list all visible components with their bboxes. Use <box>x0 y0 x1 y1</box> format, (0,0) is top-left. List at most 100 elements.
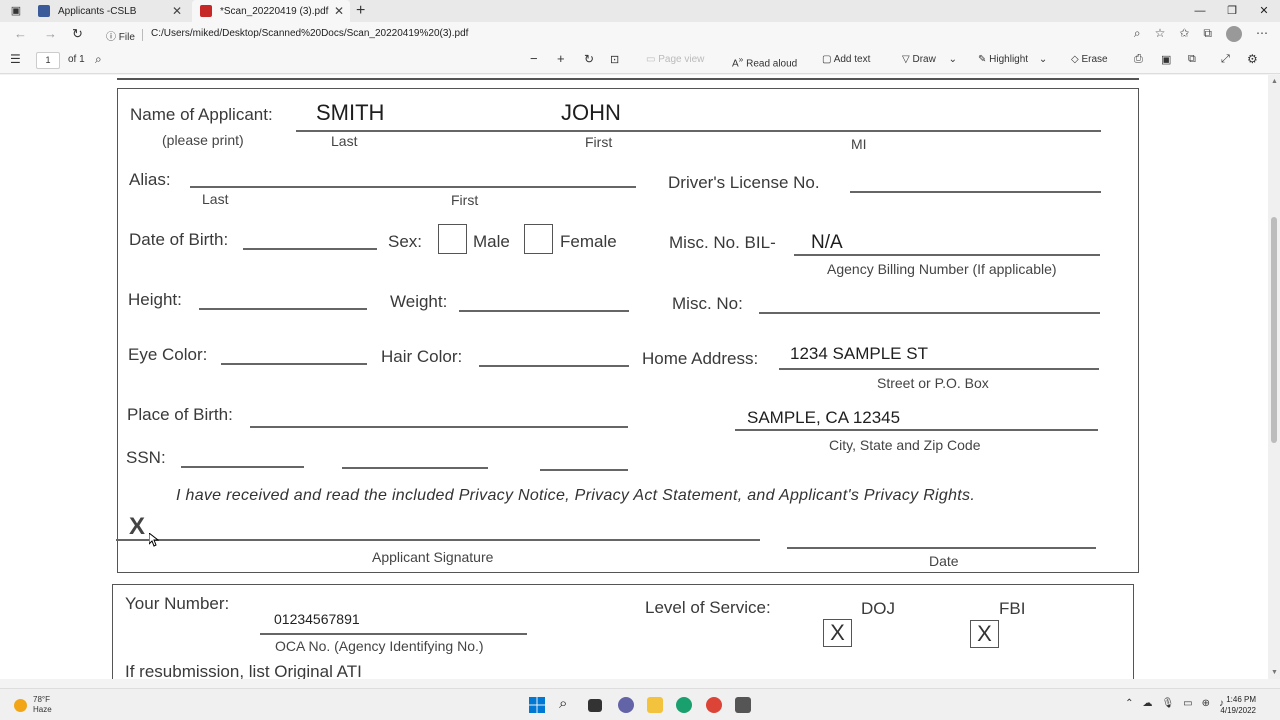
scroll-up-icon[interactable]: ▲ <box>1271 78 1278 85</box>
date-sublabel: Date <box>929 553 959 569</box>
tab-label: Applicants -CSLB <box>58 5 137 17</box>
print-icon[interactable]: ⎙ <box>1134 53 1143 66</box>
minimize-icon[interactable]: — <box>1184 0 1216 22</box>
search-icon[interactable]: ⌕ <box>95 52 102 67</box>
last-name-value[interactable]: SMITH <box>316 100 384 126</box>
chrome-icon[interactable] <box>706 697 722 713</box>
zoom-in-icon[interactable]: + <box>557 51 565 66</box>
rotate-icon[interactable]: ↻ <box>584 52 594 66</box>
fit-page-icon[interactable]: ⊡ <box>610 53 619 66</box>
first-sublabel: First <box>585 134 613 150</box>
your-number-value[interactable]: 01234567891 <box>274 611 360 627</box>
street-value[interactable]: 1234 SAMPLE ST <box>790 344 928 364</box>
fbi-checkbox[interactable]: X <box>970 620 999 648</box>
pdf-toolbar: ☰ 1 of 1 ⌕ − + ↻ ⊡ ▭ Page view A» Read a… <box>0 48 1280 74</box>
close-window-icon[interactable]: ✕ <box>1248 0 1280 22</box>
fullscreen-icon[interactable]: ⤢ <box>1221 53 1230 66</box>
highlight-button[interactable]: ✎ Highlight ⌄ <box>978 54 1047 65</box>
vertical-scrollbar[interactable]: ▲ ▼ <box>1268 75 1280 679</box>
zoom-icon[interactable]: ⌕ <box>1134 26 1141 42</box>
tab-actions-icon[interactable]: ▣ <box>8 4 24 18</box>
misc-bil-value[interactable]: N/A <box>811 232 843 254</box>
close-icon[interactable]: ✕ <box>172 4 182 18</box>
your-number-label: Your Number: <box>125 594 230 613</box>
last-sublabel: Last <box>331 133 358 149</box>
erase-button[interactable]: ◇ Erase <box>1071 54 1108 65</box>
save-as-icon[interactable]: ⧉ <box>1188 53 1196 66</box>
hair-color-line <box>479 365 629 367</box>
collections-icon[interactable]: ⧉ <box>1203 26 1212 42</box>
settings-icon[interactable]: ⚙ <box>1247 52 1258 66</box>
clock[interactable]: 1:46 PM 4/19/2022 <box>1220 694 1256 716</box>
file-info-button[interactable]: ⓘ File <box>106 28 135 43</box>
tab-label: *Scan_20220419 (3).pdf <box>220 5 329 17</box>
save-icon[interactable]: ▣ <box>1161 53 1171 66</box>
female-checkbox[interactable] <box>524 224 553 254</box>
chat-icon[interactable] <box>618 697 634 713</box>
misc-bil-line <box>794 254 1100 256</box>
microphone-icon[interactable]: 🎙 <box>1161 698 1174 709</box>
page-number-input[interactable]: 1 <box>36 52 60 69</box>
weather-widget[interactable]: 78°F Haze <box>14 695 52 715</box>
chevron-up-icon[interactable]: ⌃ <box>1125 698 1133 709</box>
dob-label: Date of Birth: <box>129 230 229 249</box>
taskbar-search-icon[interactable]: ⌕ <box>559 696 575 713</box>
contents-icon[interactable]: ☰ <box>10 52 21 66</box>
draw-button[interactable]: ▽ Draw ⌄ <box>902 54 957 65</box>
task-view-icon[interactable] <box>588 699 602 712</box>
resubmission-label: If resubmission, list Original ATI <box>125 662 362 679</box>
eye-color-line <box>221 363 367 365</box>
network-icon[interactable]: ⊕ <box>1202 698 1210 709</box>
chevron-down-icon[interactable]: ⌄ <box>949 54 957 65</box>
favorites-icon[interactable]: ✩ <box>1179 26 1189 42</box>
erase-label: Erase <box>1081 54 1108 65</box>
signature-line[interactable] <box>116 539 760 541</box>
city-value[interactable]: SAMPLE, CA 12345 <box>747 408 900 428</box>
male-checkbox[interactable] <box>438 224 467 254</box>
read-aloud-button[interactable]: A» Read aloud <box>732 54 797 69</box>
onedrive-icon[interactable]: ☁ <box>1142 698 1152 709</box>
page-view-label: Page view <box>658 54 705 65</box>
zoom-out-icon[interactable]: − <box>530 51 538 66</box>
time: 1:46 PM <box>1226 695 1256 704</box>
drivers-license-label: Driver's License No. <box>668 173 820 192</box>
page-view-button[interactable]: ▭ Page view <box>646 54 704 65</box>
close-icon[interactable]: ✕ <box>334 4 344 18</box>
file-explorer-icon[interactable] <box>647 697 663 713</box>
scrollbar-thumb[interactable] <box>1271 217 1277 443</box>
system-tray: ⌃ ☁ 🎙 ▭ ⊕ ♪ <box>1125 698 1224 709</box>
url-field[interactable]: C:/Users/miked/Desktop/Scanned%20Docs/Sc… <box>151 28 468 39</box>
scroll-down-icon[interactable]: ▼ <box>1271 669 1278 676</box>
favorite-add-icon[interactable]: ☆ <box>1155 26 1166 42</box>
eye-color-label: Eye Color: <box>128 345 208 364</box>
pdf-page: Name of Applicant: (please print) SMITH … <box>0 75 1268 679</box>
tab-pdf[interactable]: *Scan_20220419 (3).pdf ✕ <box>192 0 350 22</box>
chevron-down-icon[interactable]: ⌄ <box>1039 54 1047 65</box>
doj-checkbox[interactable]: X <box>823 619 852 647</box>
reload-icon[interactable]: ↻ <box>72 26 83 42</box>
forward-icon[interactable]: → <box>44 26 57 41</box>
add-text-button[interactable]: ▢ Add text <box>822 54 870 65</box>
alias-last-sublabel: Last <box>202 191 229 207</box>
start-icon[interactable] <box>529 697 545 713</box>
dob-line <box>243 248 377 250</box>
name-label: Name of Applicant: <box>130 105 273 124</box>
file-info-label: File <box>118 32 135 43</box>
date-line[interactable] <box>787 547 1096 549</box>
more-icon[interactable]: ⋯ <box>1256 26 1268 42</box>
divider <box>142 29 143 41</box>
draw-label: Draw <box>912 54 936 65</box>
street-sublabel: Street or P.O. Box <box>877 375 989 391</box>
new-tab-icon[interactable]: + <box>356 2 365 20</box>
tab-applicants[interactable]: Applicants -CSLB ✕ <box>30 0 188 22</box>
temperature: 78°F <box>33 695 50 704</box>
place-of-birth-label: Place of Birth: <box>127 405 233 424</box>
first-name-value[interactable]: JOHN <box>561 100 621 126</box>
display-icon[interactable]: ▭ <box>1183 698 1192 709</box>
add-text-label: Add text <box>833 54 871 65</box>
edge-icon[interactable] <box>676 697 692 713</box>
profile-avatar[interactable] <box>1226 26 1242 42</box>
snipping-tool-icon[interactable] <box>735 697 751 713</box>
restore-icon[interactable]: ❐ <box>1216 0 1248 22</box>
back-icon[interactable]: ← <box>14 26 27 41</box>
